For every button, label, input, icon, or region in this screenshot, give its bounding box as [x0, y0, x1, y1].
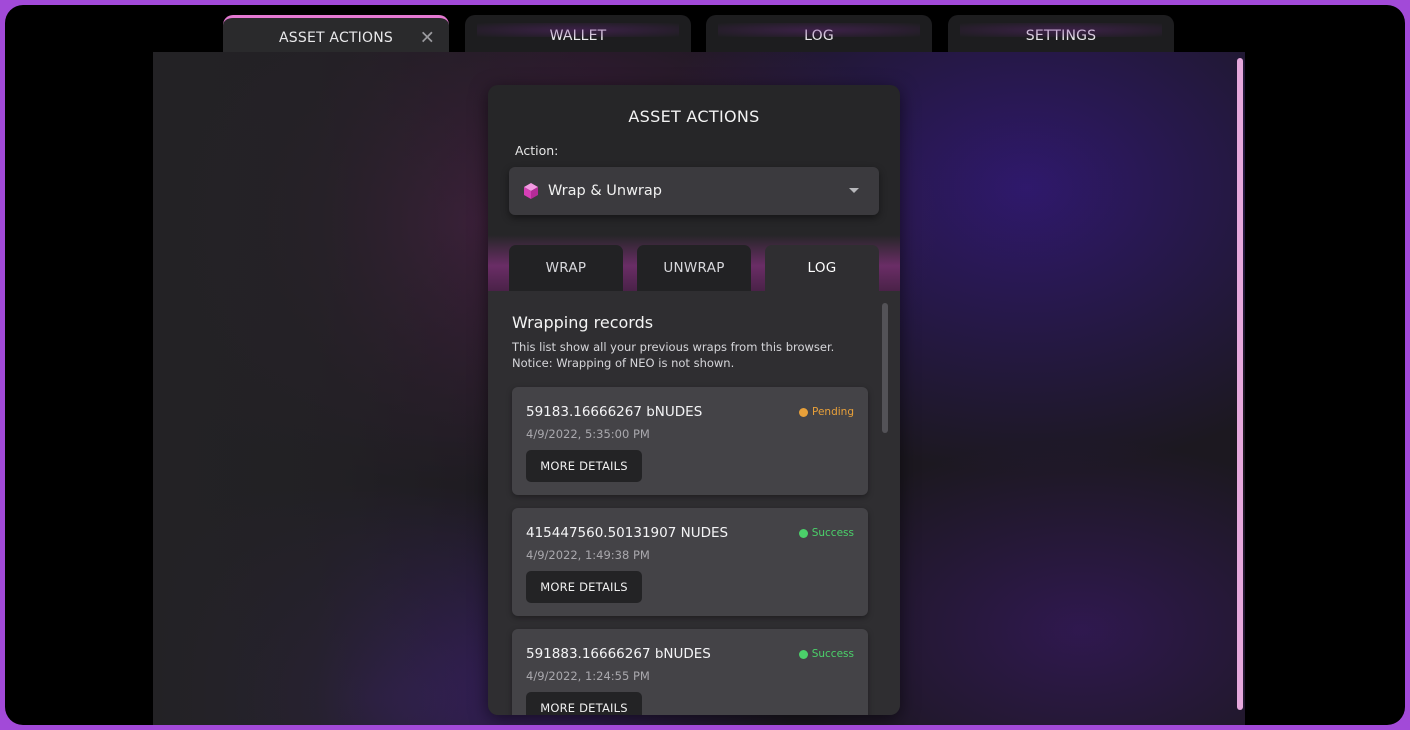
record-card: 591883.16666267 bNUDES Success 4/9/2022,…	[512, 629, 868, 715]
record-amount: 59183.16666267 bNUDES	[526, 404, 703, 420]
selected-action: Wrap & Unwrap	[548, 183, 662, 199]
record-card: 59183.16666267 bNUDES Pending 4/9/2022, …	[512, 387, 868, 495]
subtab-unwrap[interactable]: UNWRAP	[637, 245, 751, 291]
page-scrollbar[interactable]	[1237, 58, 1243, 710]
status-badge: Pending	[799, 406, 854, 418]
status-label: Pending	[812, 406, 854, 418]
status-dot-icon	[799, 407, 809, 417]
records-desc-line-2: Notice: Wrapping of NEO is not shown.	[512, 356, 735, 370]
status-badge: Success	[798, 527, 854, 539]
tab-log-label: LOG	[804, 28, 834, 44]
records-desc-line-1: This list show all your previous wraps f…	[512, 340, 835, 354]
record-date: 4/9/2022, 1:24:55 PM	[526, 669, 650, 683]
tab-asset-actions[interactable]: ASSET ACTIONS ✕	[223, 15, 449, 57]
box-icon	[524, 183, 538, 199]
records-description: This list show all your previous wraps f…	[512, 339, 862, 371]
more-details-button[interactable]: MORE DETAILS	[526, 571, 642, 603]
status-dot-icon	[798, 649, 808, 659]
tab-settings[interactable]: SETTINGS	[948, 15, 1174, 57]
record-date: 4/9/2022, 5:35:00 PM	[526, 427, 650, 441]
records-title: Wrapping records	[512, 313, 654, 332]
tab-settings-label: SETTINGS	[1025, 28, 1097, 44]
app-frame: ASSET ACTIONS ✕ WALLET LOG SETTINGS ASSE…	[5, 5, 1405, 725]
record-date: 4/9/2022, 1:49:38 PM	[526, 548, 650, 562]
record-amount: 591883.16666267 bNUDES	[526, 646, 711, 662]
tab-wallet-label: WALLET	[549, 28, 607, 44]
status-badge: Success	[798, 648, 854, 660]
status-dot-icon	[798, 528, 808, 538]
tab-asset-actions-label: ASSET ACTIONS	[279, 29, 393, 46]
subtab-wrap-label: WRAP	[545, 260, 587, 276]
panel-title: ASSET ACTIONS	[628, 107, 760, 126]
action-label: Action:	[515, 143, 559, 158]
log-area: Wrapping records This list show all your…	[488, 291, 900, 715]
record-amount: 415447560.50131907 NUDES	[526, 525, 729, 541]
tab-wallet[interactable]: WALLET	[465, 15, 691, 57]
subtab-wrap[interactable]: WRAP	[509, 245, 623, 291]
status-label: Success	[811, 648, 854, 660]
chevron-down-icon	[849, 188, 859, 193]
asset-actions-panel: ASSET ACTIONS Action: Wrap & Unwrap WRAP…	[488, 85, 900, 715]
tab-log[interactable]: LOG	[706, 15, 932, 57]
main-content: ASSET ACTIONS Action: Wrap & Unwrap WRAP…	[153, 52, 1245, 725]
action-select[interactable]: Wrap & Unwrap	[509, 167, 879, 215]
more-details-button[interactable]: MORE DETAILS	[526, 692, 642, 715]
log-scrollbar[interactable]	[882, 303, 888, 433]
subtab-log-label: LOG	[807, 260, 837, 276]
record-card: 415447560.50131907 NUDES Success 4/9/202…	[512, 508, 868, 616]
subtab-unwrap-label: UNWRAP	[663, 260, 725, 276]
close-icon[interactable]: ✕	[420, 27, 435, 48]
subtab-log[interactable]: LOG	[765, 245, 879, 291]
status-label: Success	[811, 527, 854, 539]
more-details-button[interactable]: MORE DETAILS	[526, 450, 642, 482]
